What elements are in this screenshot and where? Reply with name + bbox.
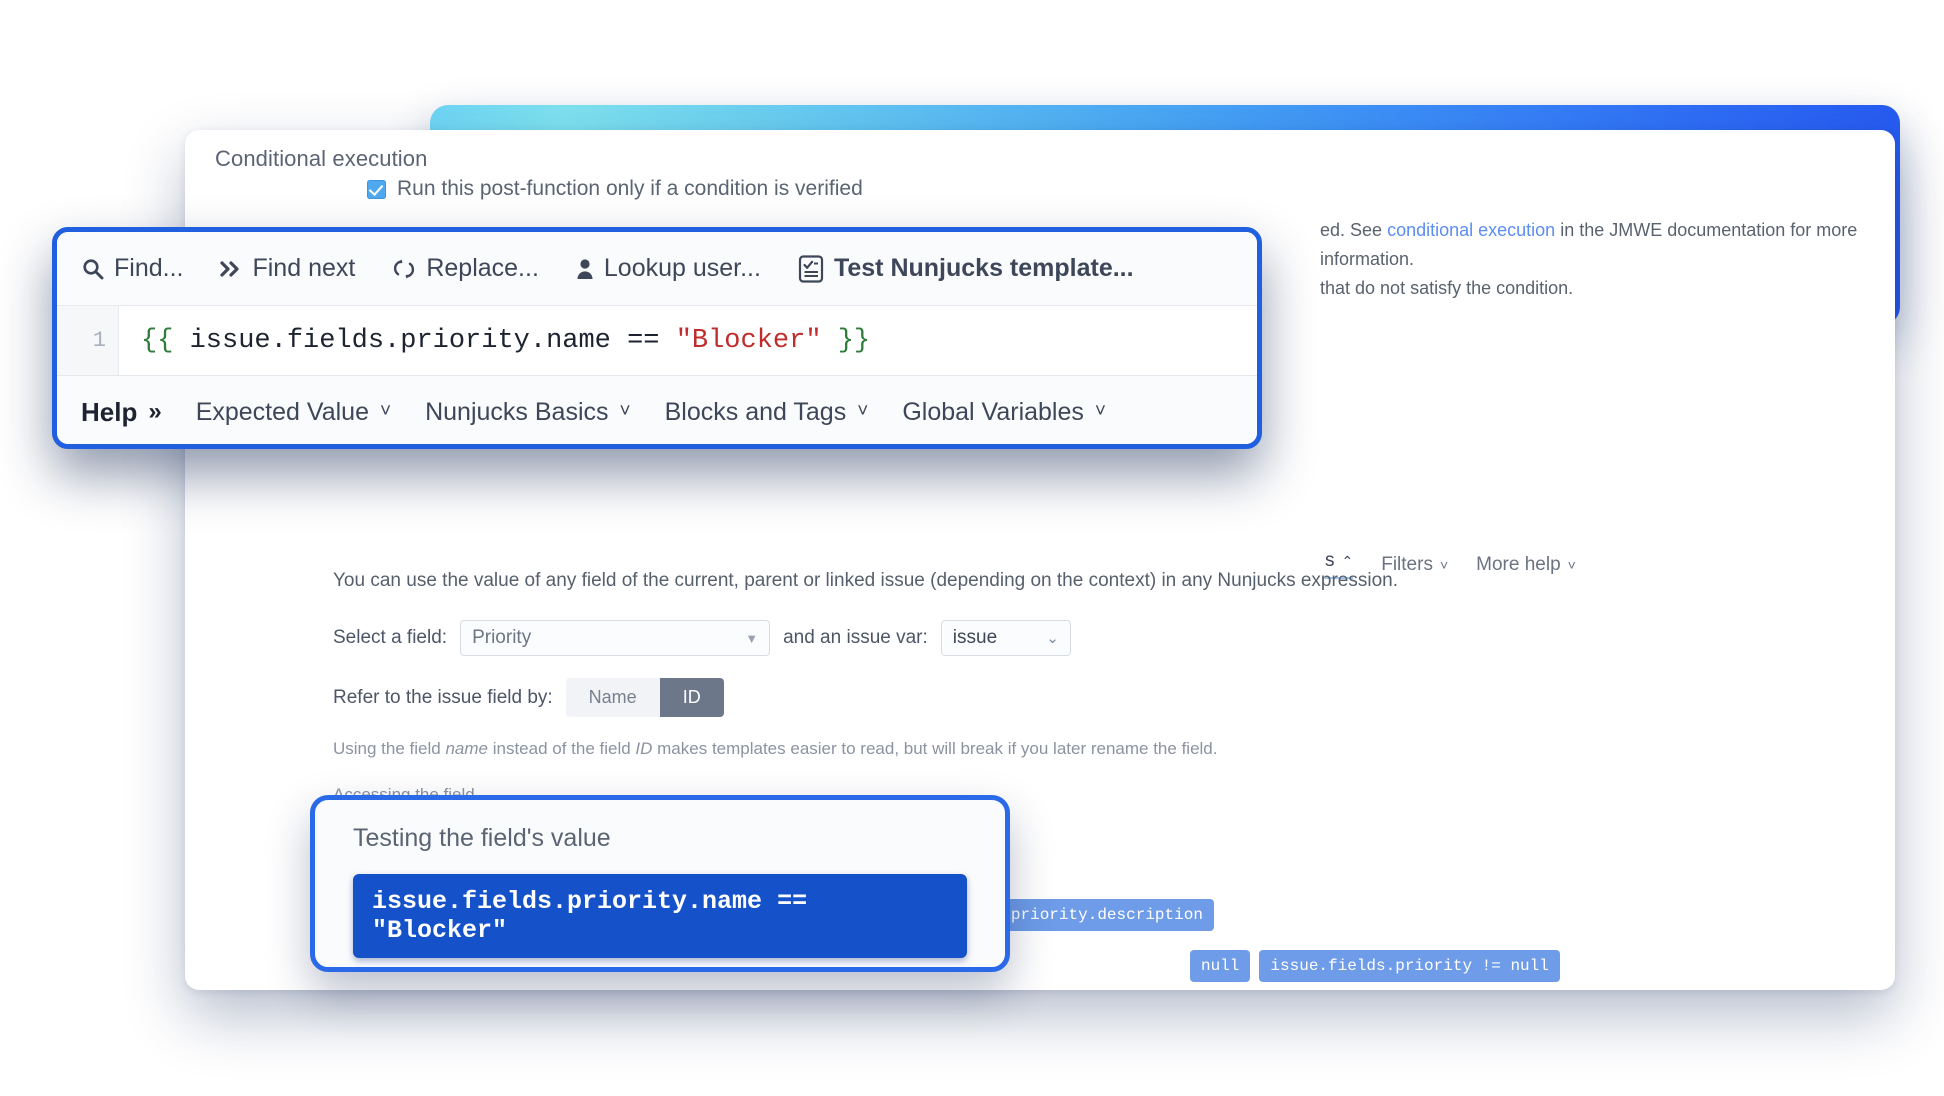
null-test-chips: null issue.fields.priority != null (1190, 950, 1560, 982)
code-editor-area[interactable]: 1 {{ issue.fields.priority.name == "Bloc… (57, 306, 1257, 376)
refer-by-row: Refer to the issue field by: Name ID (333, 678, 1863, 717)
help-menu-expected-value-label: Expected Value (195, 397, 369, 426)
replace-arrows-icon (391, 257, 417, 281)
toolbar-lookup-user[interactable]: Lookup user... (575, 254, 761, 283)
description-part1: ed. See (1320, 220, 1388, 240)
help-menu-blocks-and-tags[interactable]: Blocks and Tags ˅ (665, 398, 869, 427)
chevrons-right-icon (219, 258, 243, 280)
chip-not-null[interactable]: issue.fields.priority != null (1259, 950, 1560, 982)
help-menu-expected-value[interactable]: Expected Value ˅ (196, 398, 391, 427)
chevron-up-icon: ⌃ (1341, 553, 1354, 569)
toolbar-find-next[interactable]: Find next (219, 254, 355, 283)
help-menu-global-variables-label: Global Variables (902, 397, 1084, 426)
user-icon (575, 257, 595, 281)
code-string-literal: "Blocker" (675, 325, 822, 356)
page-title: Conditional execution (215, 146, 428, 171)
code-expression: issue.fields.priority.name == (173, 325, 676, 356)
issue-var-value: issue (952, 627, 998, 648)
note-prefix: Using the field (333, 739, 446, 758)
conditional-execution-link[interactable]: conditional execution (1387, 220, 1555, 240)
help-menu-nunjucks-basics[interactable]: Nunjucks Basics ˅ (425, 398, 631, 427)
refer-by-name-button[interactable]: Name (565, 678, 660, 717)
tooltip-code-snippet[interactable]: issue.fields.priority.name == "Blocker" (353, 874, 967, 958)
toolbar-test-template-label: Test Nunjucks template... (833, 254, 1134, 282)
line-number-gutter: 1 (57, 306, 119, 375)
issue-var-select[interactable]: issue ⌄ (940, 620, 1071, 656)
chevron-down-icon: ˅ (857, 401, 869, 422)
chevron-down-icon: ▼ (745, 630, 759, 646)
field-name-note: Using the field name instead of the fiel… (333, 739, 1863, 759)
code-open-brace: {{ (141, 325, 174, 356)
chevron-down-icon: ˅ (379, 401, 392, 422)
field-select[interactable]: Priority ▼ (460, 620, 771, 656)
chevron-down-icon: ⌄ (1046, 630, 1059, 647)
run-condition-checkbox[interactable] (367, 179, 386, 199)
field-select-value: Priority (472, 627, 532, 648)
run-condition-label: Run this post-function only if a conditi… (397, 177, 863, 200)
chevrons-right-icon: » (148, 398, 162, 425)
note-mid: instead of the field (487, 739, 636, 758)
conditional-execution-checkbox-row[interactable]: Run this post-function only if a conditi… (367, 177, 863, 201)
screenshot-root: { "panel": { "section_title": "Condition… (0, 0, 1944, 1096)
help-label: Help (81, 396, 138, 427)
description-line2: that do not satisfy the condition. (1320, 278, 1574, 298)
refer-by-id-button[interactable]: ID (659, 678, 724, 717)
test-template-icon (797, 254, 825, 284)
toolbar-find-label: Find... (114, 254, 184, 282)
note-suffix: makes templates easier to read, but will… (652, 739, 1218, 758)
template-editor-popup: Find... Find next Replace... Lookup user… (52, 227, 1262, 449)
tooltip-title: Testing the field's value (353, 824, 611, 852)
chevron-down-icon: ˅ (619, 401, 631, 422)
refer-by-toggle-group[interactable]: Name ID (565, 678, 724, 717)
code-close-brace: }} (821, 325, 871, 356)
conditional-execution-description: ed. See conditional execution in the JMW… (1320, 216, 1895, 303)
search-icon (81, 257, 105, 281)
help-intro-text: You can use the value of any field of th… (333, 570, 1399, 591)
refer-by-label: Refer to the issue field by: (333, 686, 553, 708)
note-id-emphasis: ID (635, 739, 653, 758)
toolbar-replace[interactable]: Replace... (391, 254, 539, 283)
help-menu-blocks-and-tags-label: Blocks and Tags (664, 397, 847, 426)
editor-toolbar: Find... Find next Replace... Lookup user… (57, 232, 1257, 306)
toolbar-replace-label: Replace... (426, 254, 539, 282)
chevron-down-icon: ˅ (1094, 401, 1107, 422)
chip-null-partial[interactable]: null (1190, 950, 1251, 982)
toolbar-find-next-label: Find next (252, 254, 356, 282)
help-menu-nunjucks-basics-label: Nunjucks Basics (425, 397, 609, 426)
tab-fields-label: s (1325, 550, 1335, 571)
toolbar-lookup-user-label: Lookup user... (603, 254, 761, 282)
toolbar-test-template[interactable]: Test Nunjucks template... (797, 254, 1134, 284)
help-menu-global-variables[interactable]: Global Variables ˅ (902, 398, 1106, 427)
code-line-1[interactable]: {{ issue.fields.priority.name == "Blocke… (119, 326, 870, 356)
toolbar-find[interactable]: Find... (81, 254, 183, 283)
editor-help-bar: Help » Expected Value ˅ Nunjucks Basics … (57, 376, 1257, 444)
field-selection-row: Select a field: Priority ▼ and an issue … (333, 620, 1863, 656)
testing-field-value-popup: Testing the field's value issue.fields.p… (310, 795, 1010, 972)
issue-var-label: and an issue var: (783, 627, 928, 648)
select-field-label: Select a field: (333, 627, 448, 648)
help-menu-root[interactable]: Help » (81, 397, 162, 428)
note-name-emphasis: name (445, 739, 488, 758)
